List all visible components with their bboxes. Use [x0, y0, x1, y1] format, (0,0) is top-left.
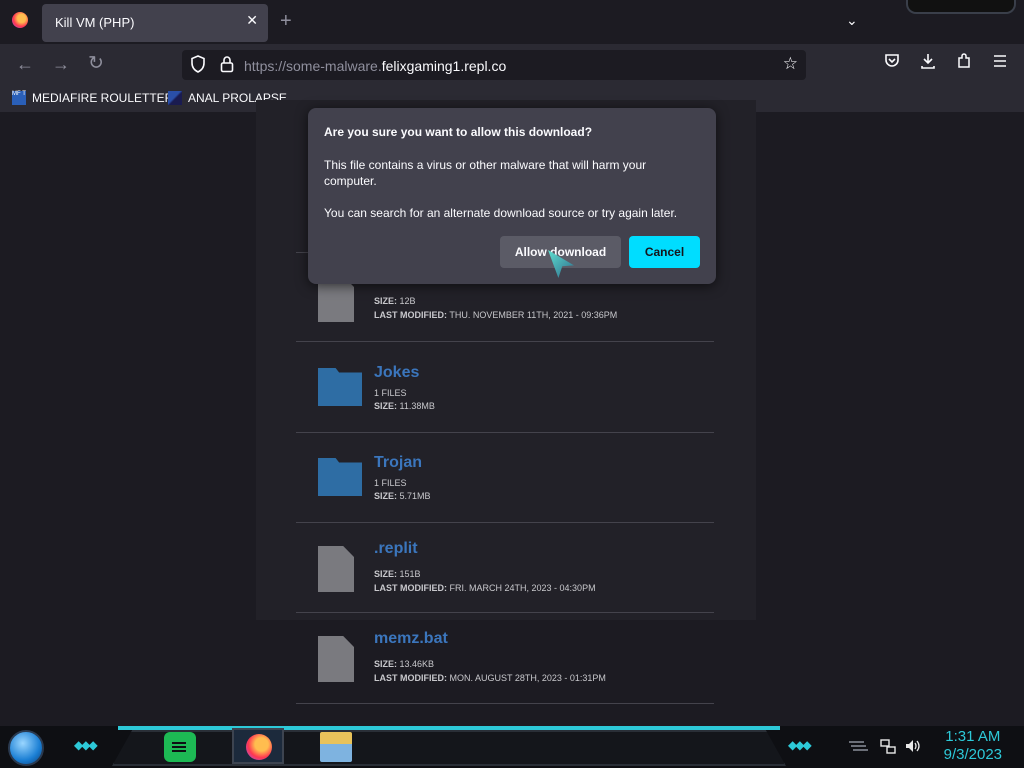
- new-tab-icon[interactable]: +: [280, 10, 292, 33]
- volume-icon[interactable]: [904, 738, 922, 754]
- list-item[interactable]: Jokes 1 FILES SIZE: 11.38MB: [296, 342, 714, 432]
- divider: [296, 703, 714, 704]
- modified-value: FRI. MARCH 24TH, 2023 - 04:30PM: [449, 583, 596, 593]
- url-prefix: https://some-malware.: [244, 58, 382, 74]
- size-value: 151B: [399, 569, 421, 579]
- file-size: SIZE: 13.46KB: [374, 659, 434, 669]
- modified-value: MON. AUGUST 28TH, 2023 - 01:31PM: [449, 673, 606, 683]
- firefox-taskbar-icon[interactable]: [232, 728, 284, 764]
- menu-icon[interactable]: [992, 53, 1008, 69]
- file-modified: LAST MODIFIED: FRI. MARCH 24TH, 2023 - 0…: [374, 583, 596, 593]
- nav-bar: ← → ↻ https://some-malware.felixgaming1.…: [0, 44, 1024, 86]
- tab-bar: Kill VM (PHP) ✕ + ⌄: [0, 0, 1024, 44]
- pocket-icon[interactable]: [884, 53, 900, 69]
- bookmark-site-icon: [168, 90, 182, 105]
- url-text[interactable]: https://some-malware.felixgaming1.repl.c…: [244, 58, 506, 74]
- window-decoration: [906, 0, 1016, 14]
- size-label: SIZE:: [374, 296, 398, 306]
- reload-icon[interactable]: ↻: [88, 52, 104, 75]
- chevron-decoration-icon: ◆◆◆: [788, 738, 812, 752]
- cancel-button[interactable]: Cancel: [629, 236, 700, 268]
- size-label: SIZE:: [374, 491, 398, 501]
- modified-value: THU. NOVEMBER 11TH, 2021 - 09:36PM: [449, 310, 618, 320]
- folder-count: 1 FILES: [374, 388, 407, 398]
- mediafire-icon: MF T: [12, 90, 26, 105]
- file-size: SIZE: 151B: [374, 569, 421, 579]
- folder-icon: [318, 458, 362, 496]
- taskbar-accent-strip: [118, 726, 780, 730]
- bookmark-label: MEDIAFIRE ROULETTER: [32, 90, 174, 105]
- dialog-message: This file contains a virus or other malw…: [324, 158, 647, 188]
- lock-icon[interactable]: [220, 55, 234, 73]
- modified-label: LAST MODIFIED:: [374, 310, 447, 320]
- taskbar-frame: [112, 730, 786, 766]
- downloads-icon[interactable]: [920, 53, 936, 69]
- network-icon[interactable]: [880, 738, 896, 754]
- extensions-icon[interactable]: [956, 53, 972, 69]
- forward-icon[interactable]: →: [52, 54, 70, 75]
- back-icon[interactable]: ←: [16, 54, 34, 75]
- file-explorer-icon[interactable]: [320, 732, 352, 762]
- url-domain: felixgaming1.repl.co: [381, 58, 507, 74]
- download-warning-dialog: Are you sure you want to allow this down…: [308, 108, 716, 284]
- taskbar: ◆◆◆ ◆◆◆ 1:31 AM 9/3/2023: [0, 726, 1024, 768]
- notes-app-icon[interactable]: [164, 732, 196, 762]
- file-modified: LAST MODIFIED: MON. AUGUST 28TH, 2023 - …: [374, 673, 606, 683]
- size-label: SIZE:: [374, 569, 398, 579]
- chevron-decoration-icon: ◆◆◆: [74, 738, 98, 752]
- clock-time: 1:31 AM: [945, 728, 1001, 745]
- dialog-hint: You can search for an alternate download…: [324, 206, 678, 220]
- file-icon: [318, 546, 354, 592]
- clock-date: 9/3/2023: [943, 746, 1002, 763]
- file-name[interactable]: .replit: [374, 540, 418, 558]
- bookmark-star-icon[interactable]: ☆: [783, 54, 798, 74]
- folder-icon: [318, 368, 362, 406]
- start-button[interactable]: [8, 730, 44, 766]
- dialog-heading: Are you sure you want to allow this down…: [324, 125, 593, 139]
- file-icon: [318, 636, 354, 682]
- list-item[interactable]: .replit SIZE: 151B LAST MODIFIED: FRI. M…: [296, 522, 714, 612]
- folder-name[interactable]: Trojan: [374, 454, 422, 472]
- file-modified: LAST MODIFIED: THU. NOVEMBER 11TH, 2021 …: [374, 310, 617, 320]
- size-label: SIZE:: [374, 659, 398, 669]
- shield-icon[interactable]: [190, 55, 206, 73]
- folder-name[interactable]: Jokes: [374, 364, 419, 382]
- size-value: 12B: [399, 296, 416, 306]
- show-hidden-icons-icon[interactable]: [848, 740, 868, 752]
- size-value: 13.46KB: [399, 659, 435, 669]
- size-label: SIZE:: [374, 401, 398, 411]
- folder-size: SIZE: 11.38MB: [374, 401, 435, 411]
- modified-label: LAST MODIFIED:: [374, 673, 447, 683]
- size-value: 5.71MB: [399, 491, 431, 501]
- tab-active[interactable]: Kill VM (PHP) ✕: [42, 4, 268, 42]
- list-item[interactable]: memz.bat SIZE: 13.46KB LAST MODIFIED: MO…: [296, 612, 714, 702]
- folder-count: 1 FILES: [374, 478, 407, 488]
- file-name[interactable]: memz.bat: [374, 630, 448, 648]
- tab-close-icon[interactable]: ✕: [246, 12, 258, 29]
- folder-size: SIZE: 5.71MB: [374, 491, 431, 501]
- list-item[interactable]: Trojan 1 FILES SIZE: 5.71MB: [296, 432, 714, 522]
- modified-label: LAST MODIFIED:: [374, 583, 447, 593]
- clock[interactable]: 1:31 AM 9/3/2023: [944, 728, 1002, 764]
- firefox-icon[interactable]: [12, 12, 28, 28]
- url-bar[interactable]: https://some-malware.felixgaming1.repl.c…: [182, 50, 806, 80]
- bookmark-mediafire[interactable]: MF T MEDIAFIRE ROULETTER: [12, 90, 173, 108]
- file-size: SIZE: 12B: [374, 296, 416, 306]
- size-value: 11.38MB: [399, 401, 435, 411]
- list-tabs-icon[interactable]: ⌄: [846, 12, 858, 29]
- tab-title: Kill VM (PHP): [55, 15, 135, 30]
